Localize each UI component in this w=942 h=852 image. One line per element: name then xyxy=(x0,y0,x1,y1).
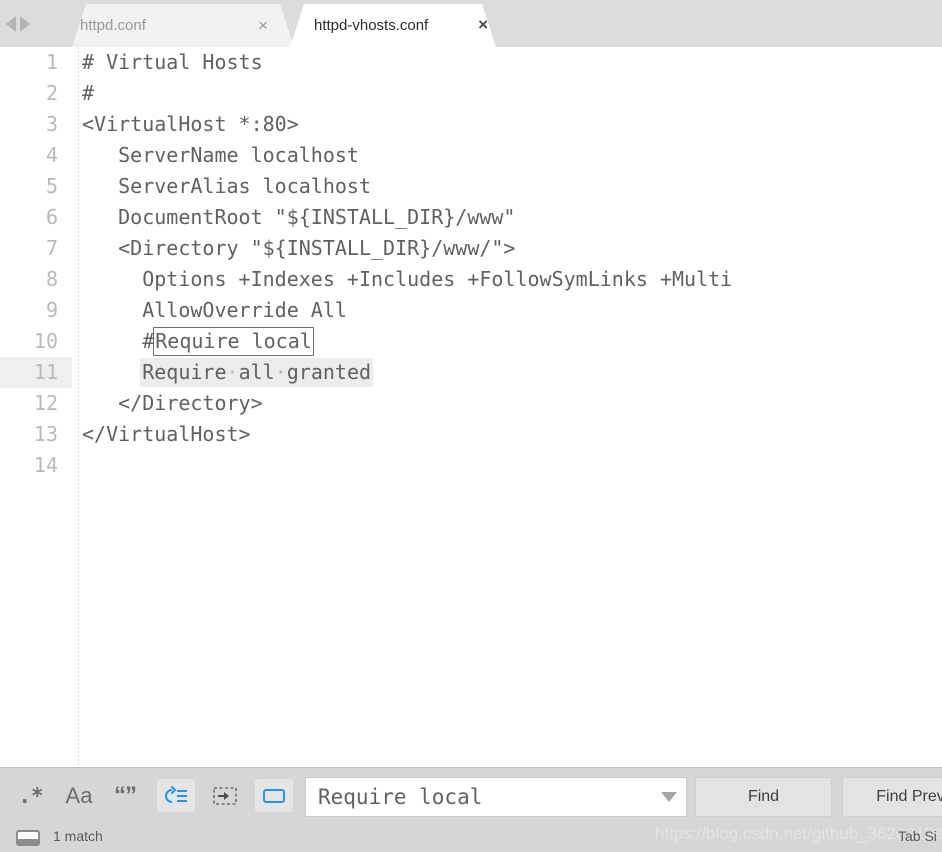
line-number: 2 xyxy=(45,81,58,105)
close-icon[interactable]: × xyxy=(478,16,488,33)
code-text: </Directory> xyxy=(82,391,263,415)
search-input[interactable]: Require local xyxy=(306,785,652,809)
code-line[interactable]: 2 # xyxy=(0,78,942,109)
highlight-all-icon xyxy=(263,788,285,803)
code-line[interactable]: 13 </VirtualHost> xyxy=(0,419,942,450)
line-number: 12 xyxy=(33,391,58,415)
line-number: 13 xyxy=(33,422,58,446)
editor-window: httpd.conf × httpd-vhosts.conf × 1 # Virt… xyxy=(0,0,942,852)
code-line[interactable]: 9 AllowOverride All xyxy=(0,295,942,326)
code-text: # xyxy=(82,81,95,105)
line-number: 8 xyxy=(45,267,58,291)
line-number: 11 xyxy=(0,357,72,388)
whitespace-dot: · xyxy=(226,360,239,384)
search-history-dropdown[interactable] xyxy=(652,792,686,802)
tab-size-label[interactable]: Tab Si xyxy=(898,828,942,844)
triangle-right-icon[interactable] xyxy=(20,16,30,32)
code-text: </VirtualHost> xyxy=(82,422,251,446)
code-text: <Directory "${INSTALL_DIR}/www/"> xyxy=(82,236,516,260)
find-prev-button[interactable]: Find Prev xyxy=(842,777,942,817)
code-editor[interactable]: 1 # Virtual Hosts 2 #3 <VirtualHost *:80> 4 S… xyxy=(0,47,942,767)
search-match-highlight: Require local xyxy=(153,327,314,356)
line-number: 5 xyxy=(45,174,58,198)
code-text: Options +Indexes +Includes +FollowSymLin… xyxy=(82,267,733,291)
line-number: 7 xyxy=(45,236,58,260)
match-count-label: 1 match xyxy=(53,828,103,844)
code-line[interactable]: 5 ServerAlias localhost xyxy=(0,171,942,202)
code-line[interactable]: 7 <Directory "${INSTALL_DIR}/www/"> xyxy=(0,233,942,264)
line-number: 9 xyxy=(45,298,58,322)
code-text: <VirtualHost *:80> xyxy=(82,112,299,136)
wrap-around-icon xyxy=(165,785,187,803)
chevron-down-icon xyxy=(661,792,677,802)
code-text: DocumentRoot "${INSTALL_DIR}/www" xyxy=(82,205,516,229)
code-line[interactable]: 6 DocumentRoot "${INSTALL_DIR}/www" xyxy=(0,202,942,233)
panel-icon[interactable] xyxy=(16,830,40,846)
highlight-all-toggle[interactable] xyxy=(255,779,293,812)
code-text: # Virtual Hosts xyxy=(82,50,263,74)
line-number: 3 xyxy=(45,112,58,136)
triangle-left-icon[interactable] xyxy=(6,16,16,32)
code-line[interactable]: 8 Options +Indexes +Includes +FollowSymL… xyxy=(0,264,942,295)
code-line[interactable]: 10 #Require local xyxy=(0,326,942,357)
code-line[interactable]: 12 </Directory> xyxy=(0,388,942,419)
line-number: 1 xyxy=(45,50,58,74)
code-content[interactable]: 1 # Virtual Hosts 2 #3 <VirtualHost *:80> 4 S… xyxy=(0,47,942,481)
code-line[interactable]: 1 # Virtual Hosts xyxy=(0,47,942,78)
in-selection-toggle[interactable] xyxy=(206,779,244,812)
tab-bar: httpd.conf × httpd-vhosts.conf × xyxy=(0,0,942,47)
code-text: #Require local xyxy=(82,326,314,357)
close-icon[interactable]: × xyxy=(258,17,268,34)
find-bar: .* Aa “” Require local Find Find Prev xyxy=(0,767,942,822)
code-text: Require·all·granted xyxy=(82,357,374,388)
regex-toggle[interactable]: .* xyxy=(10,768,52,823)
selection-highlight: Require·all·granted xyxy=(140,358,374,387)
tab-httpd-vhosts-conf[interactable]: httpd-vhosts.conf × xyxy=(284,4,516,47)
code-line[interactable]: 4 ServerName localhost xyxy=(0,140,942,171)
tab-nav-arrows xyxy=(6,14,50,34)
status-bar: https://blog.csdn.net/github_36203129 1 … xyxy=(0,822,942,852)
find-button[interactable]: Find xyxy=(695,777,832,817)
line-number: 14 xyxy=(33,453,58,477)
wrap-around-toggle[interactable] xyxy=(157,779,195,812)
code-text: ServerName localhost xyxy=(82,143,359,167)
whitespace-dot: · xyxy=(274,360,287,384)
tab-label: httpd-vhosts.conf xyxy=(314,17,429,34)
code-text: ServerAlias localhost xyxy=(82,174,371,198)
whole-word-toggle[interactable]: “” xyxy=(104,768,146,823)
code-line[interactable]: 3 <VirtualHost *:80> xyxy=(0,109,942,140)
line-number: 6 xyxy=(45,205,58,229)
tab-httpd-conf[interactable]: httpd.conf × xyxy=(52,4,314,47)
tab-label: httpd.conf xyxy=(80,17,146,34)
match-case-toggle[interactable]: Aa xyxy=(58,768,100,823)
line-number: 10 xyxy=(33,329,58,353)
line-number: 4 xyxy=(45,143,58,167)
in-selection-icon xyxy=(213,786,237,805)
search-input-wrapper[interactable]: Require local xyxy=(305,777,687,817)
code-text: AllowOverride All xyxy=(82,298,347,322)
code-line[interactable]: 11 Require·all·granted xyxy=(0,357,942,388)
code-line[interactable]: 14 xyxy=(0,450,942,481)
